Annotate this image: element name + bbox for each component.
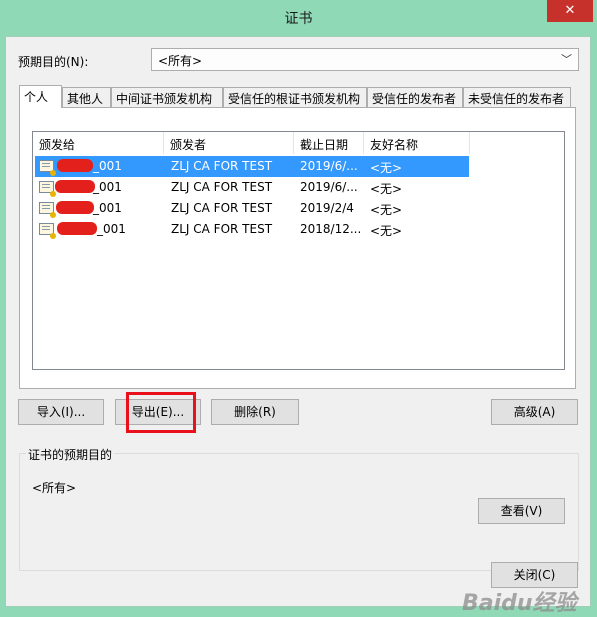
group-value: <所有> (32, 481, 77, 495)
cell-issuer: ZLJ CA FOR TEST (171, 201, 273, 215)
highlight-box (126, 392, 196, 433)
window-title: 证书 (284, 11, 313, 27)
purpose-dropdown[interactable]: <所有> ﹀ (151, 48, 579, 71)
purpose-selected-value: <所有> (158, 54, 203, 68)
view-button[interactable]: 查看(V) (478, 498, 565, 524)
certificate-icon (39, 181, 56, 197)
tab-panel: 颁发给 颁发者 截止日期 友好名称 _001 ZLJ CA FOR TEST 2… (19, 107, 576, 389)
cell-issued-to: _001 (93, 201, 122, 215)
cell-expiry: 2019/6/... (300, 159, 358, 173)
table-row[interactable]: _001 ZLJ CA FOR TEST 2019/2/4 <无> (35, 198, 469, 219)
cell-expiry: 2018/12... (300, 222, 362, 236)
column-friendly-name[interactable]: 友好名称 (364, 132, 470, 154)
delete-button[interactable]: 删除(R) (211, 399, 299, 425)
column-issued-to[interactable]: 颁发给 (33, 132, 164, 154)
column-expiry[interactable]: 截止日期 (294, 132, 364, 154)
dialog-body: 预期目的(N): <所有> ﹀ 个人 其他人 中间证书颁发机构 受信任的根证书颁… (5, 36, 591, 616)
import-button[interactable]: 导入(I)... (18, 399, 104, 425)
cell-issued-to: _001 (93, 180, 122, 194)
certificate-list[interactable]: 颁发给 颁发者 截止日期 友好名称 _001 ZLJ CA FOR TEST 2… (32, 131, 565, 370)
tab-personal[interactable]: 个人 (19, 85, 62, 108)
cell-friendly-name: <无> (370, 161, 403, 175)
cell-issued-to: _001 (93, 159, 122, 173)
cell-issuer: ZLJ CA FOR TEST (171, 222, 273, 236)
tab-trusted-root-ca[interactable]: 受信任的根证书颁发机构 (223, 87, 367, 107)
cell-friendly-name: <无> (370, 203, 403, 217)
watermark: Baidu经验 (462, 591, 577, 616)
tab-untrusted-publishers[interactable]: 未受信任的发布者 (463, 87, 571, 107)
window-close-button[interactable]: ✕ (547, 0, 593, 22)
certificate-icon (39, 202, 56, 218)
cell-issuer: ZLJ CA FOR TEST (171, 159, 273, 173)
tab-other-people[interactable]: 其他人 (62, 87, 111, 107)
group-title: 证书的预期目的 (26, 446, 115, 463)
redaction-mark (57, 159, 93, 172)
chevron-down-icon: ﹀ (561, 53, 572, 66)
certificate-icon (39, 160, 56, 176)
table-row[interactable]: _001 ZLJ CA FOR TEST 2019/6/... <无> (35, 156, 469, 177)
list-header: 颁发给 颁发者 截止日期 友好名称 (33, 132, 564, 154)
tab-trusted-publishers[interactable]: 受信任的发布者 (367, 87, 463, 107)
certificate-icon (39, 223, 56, 239)
purposes-group: 证书的预期目的 <所有> 查看(V) (19, 446, 579, 571)
redaction-mark (55, 180, 95, 193)
column-issuer[interactable]: 颁发者 (164, 132, 294, 154)
tab-intermediate-ca[interactable]: 中间证书颁发机构 (111, 87, 223, 107)
cell-expiry: 2019/6/... (300, 180, 358, 194)
advanced-button[interactable]: 高级(A) (491, 399, 578, 425)
table-row[interactable]: _001 ZLJ CA FOR TEST 2018/12... <无> (35, 219, 469, 240)
cell-friendly-name: <无> (370, 224, 403, 238)
cell-issued-to: _001 (97, 222, 126, 236)
title-bar: 证书 ✕ (0, 0, 597, 36)
cell-expiry: 2019/2/4 (300, 201, 354, 215)
purpose-label: 预期目的(N): (18, 55, 89, 69)
cell-issuer: ZLJ CA FOR TEST (171, 180, 273, 194)
cell-friendly-name: <无> (370, 182, 403, 196)
table-row[interactable]: _001 ZLJ CA FOR TEST 2019/6/... <无> (35, 177, 469, 198)
redaction-mark (56, 201, 94, 214)
redaction-mark (57, 222, 97, 235)
